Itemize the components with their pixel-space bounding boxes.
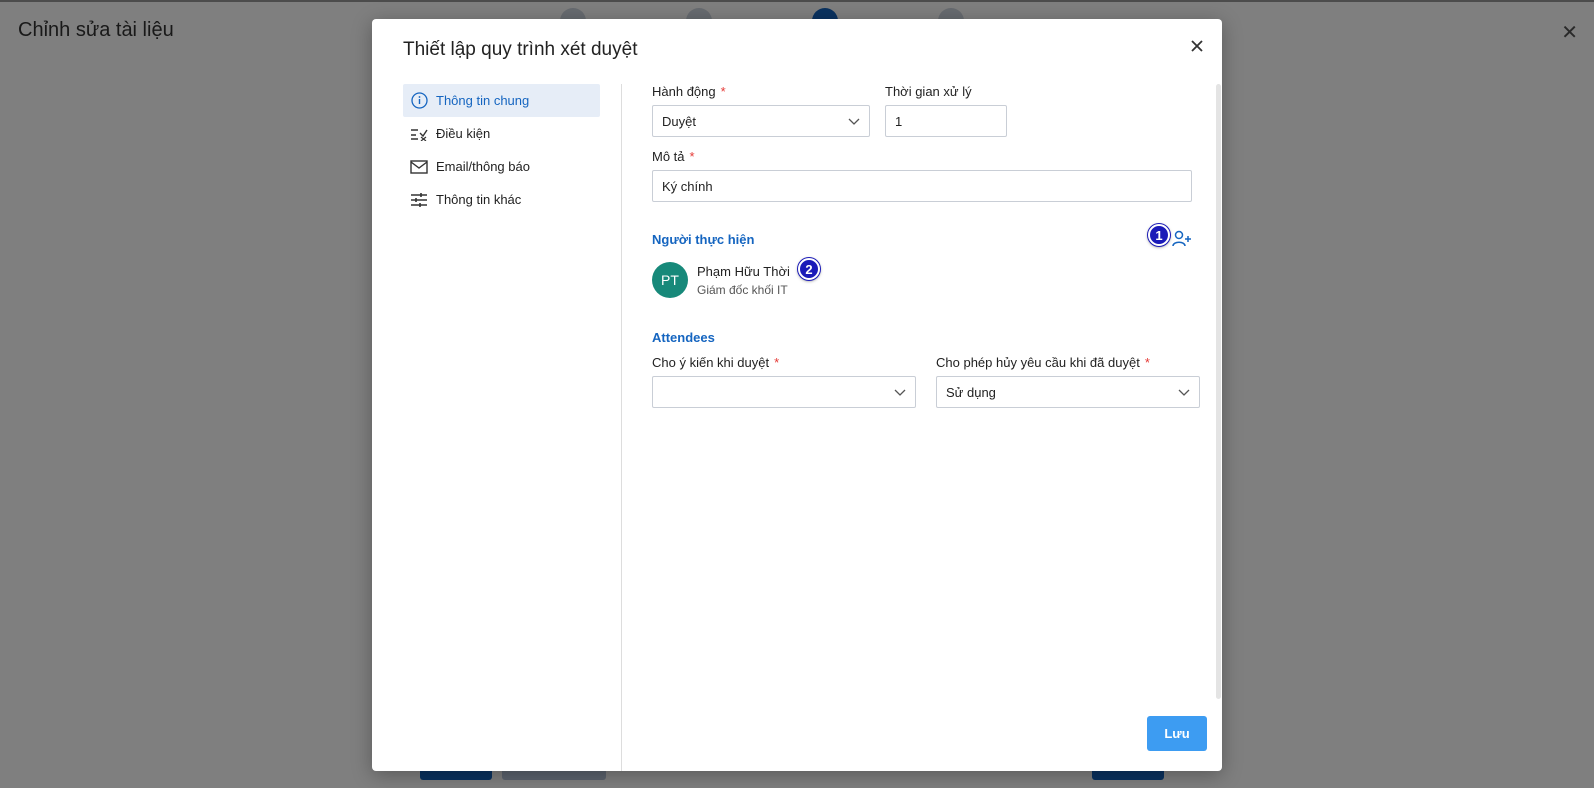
mail-icon bbox=[410, 158, 428, 176]
allow-cancel-value: Sử dụng bbox=[946, 384, 996, 400]
action-select-value: Duyệt bbox=[662, 113, 696, 129]
checklist-icon bbox=[410, 125, 428, 143]
sidebar-item-label: Email/thông báo bbox=[436, 159, 530, 174]
save-button[interactable]: Lưu bbox=[1147, 716, 1207, 751]
processing-time-input[interactable]: 1 bbox=[885, 105, 1007, 137]
executor-role: Giám đốc khối IT bbox=[697, 283, 788, 297]
action-field: Hành động * Duyệt bbox=[652, 84, 870, 137]
annotation-badge-1: 1 bbox=[1148, 224, 1170, 246]
description-label: Mô tả * bbox=[652, 149, 695, 164]
description-input[interactable]: Ký chính bbox=[652, 170, 1192, 202]
comment-on-approve-field: Cho ý kiến khi duyệt * bbox=[652, 355, 916, 408]
executors-title: Người thực hiện bbox=[652, 232, 755, 247]
action-select[interactable]: Duyệt bbox=[652, 105, 870, 137]
approval-workflow-dialog: Thiết lập quy trình xét duyệt Thông tin … bbox=[372, 19, 1222, 771]
sidebar-item-label: Thông tin chung bbox=[436, 93, 530, 108]
allow-cancel-select[interactable]: Sử dụng bbox=[936, 376, 1200, 408]
close-icon[interactable] bbox=[1190, 37, 1204, 58]
comment-on-approve-select[interactable] bbox=[652, 376, 916, 408]
comment-on-approve-label: Cho ý kiến khi duyệt * bbox=[652, 355, 780, 370]
description-value: Ký chính bbox=[662, 178, 713, 194]
settings-sidebar: Thông tin chung Điều kiện Email/thông bá… bbox=[403, 84, 600, 216]
sidebar-item-label: Thông tin khác bbox=[436, 192, 522, 207]
info-icon bbox=[410, 92, 428, 110]
dialog-title: Thiết lập quy trình xét duyệt bbox=[403, 39, 638, 60]
chevron-down-icon bbox=[848, 115, 860, 127]
scrollbar[interactable] bbox=[1216, 84, 1221, 699]
chevron-down-icon bbox=[894, 386, 906, 398]
annotation-badge-2: 2 bbox=[798, 258, 820, 280]
add-user-icon[interactable] bbox=[1172, 230, 1192, 253]
action-label: Hành động * bbox=[652, 84, 726, 99]
vertical-divider bbox=[621, 84, 622, 771]
sliders-icon bbox=[410, 191, 428, 209]
sidebar-item-general-info[interactable]: Thông tin chung bbox=[403, 84, 600, 117]
sidebar-item-label: Điều kiện bbox=[436, 126, 491, 141]
sidebar-item-email-notifications[interactable]: Email/thông báo bbox=[403, 150, 600, 183]
sidebar-item-other-info[interactable]: Thông tin khác bbox=[403, 183, 600, 216]
processing-time-value: 1 bbox=[895, 113, 903, 129]
executor-name: Phạm Hữu Thời bbox=[697, 264, 790, 279]
processing-time-field: Thời gian xử lý 1 bbox=[885, 84, 1007, 137]
attendees-title: Attendees bbox=[652, 330, 715, 345]
chevron-down-icon bbox=[1178, 386, 1190, 398]
avatar: PT bbox=[652, 262, 688, 298]
processing-time-label: Thời gian xử lý bbox=[885, 84, 972, 99]
allow-cancel-field: Cho phép hủy yêu cầu khi đã duyệt * Sử dụ… bbox=[936, 355, 1200, 408]
description-field: Mô tả * Ký chính bbox=[652, 149, 1192, 202]
allow-cancel-label: Cho phép hủy yêu cầu khi đã duyệt * bbox=[936, 355, 1150, 370]
sidebar-item-conditions[interactable]: Điều kiện bbox=[403, 117, 600, 150]
